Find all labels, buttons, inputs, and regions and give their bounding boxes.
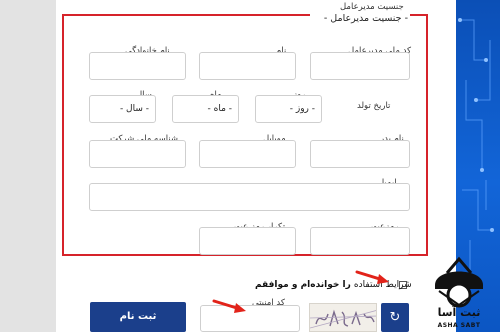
password-input[interactable] — [310, 227, 410, 255]
logo-name: ثبت آسا — [437, 306, 481, 319]
refresh-icon: ↻ — [389, 310, 401, 325]
year-select[interactable]: - سال - — [89, 95, 156, 123]
captcha-image — [309, 303, 377, 332]
submit-button[interactable]: ثبت نام — [90, 302, 186, 332]
arrow-icon — [212, 299, 246, 313]
father-name-input[interactable] — [310, 140, 410, 168]
day-select[interactable]: - روز - — [255, 95, 322, 123]
month-select[interactable]: - ماه - — [172, 95, 239, 123]
terms-suffix: را خوانده‌ام و موافقم — [255, 280, 354, 290]
gender-select[interactable]: - جنسیت مدیرعامل - — [310, 11, 410, 29]
day-selected-value: - روز - — [289, 104, 315, 114]
registration-page: جنسیت مدیرعامل - جنسیت مدیرعامل - کد ملی… — [0, 0, 500, 332]
national-code-input[interactable] — [310, 52, 410, 80]
gender-selected-value: - جنسیت مدیرعامل - — [323, 13, 408, 24]
password-repeat-input[interactable] — [199, 227, 296, 255]
mobile-input[interactable] — [199, 140, 296, 168]
email-input[interactable] — [89, 183, 410, 211]
month-selected-value: - ماه - — [207, 104, 233, 114]
logo-subtitle: ASHA SABT — [437, 322, 481, 329]
birth-date-label: تاریخ تولد — [357, 101, 391, 111]
captcha-refresh-button[interactable]: ↻ — [381, 303, 409, 332]
last-name-input[interactable] — [89, 52, 186, 80]
logo-icon — [435, 256, 483, 308]
first-name-input[interactable] — [199, 52, 296, 80]
company-id-input[interactable] — [89, 140, 186, 168]
year-selected-value: - سال - — [119, 104, 149, 114]
arrow-icon — [355, 270, 389, 284]
